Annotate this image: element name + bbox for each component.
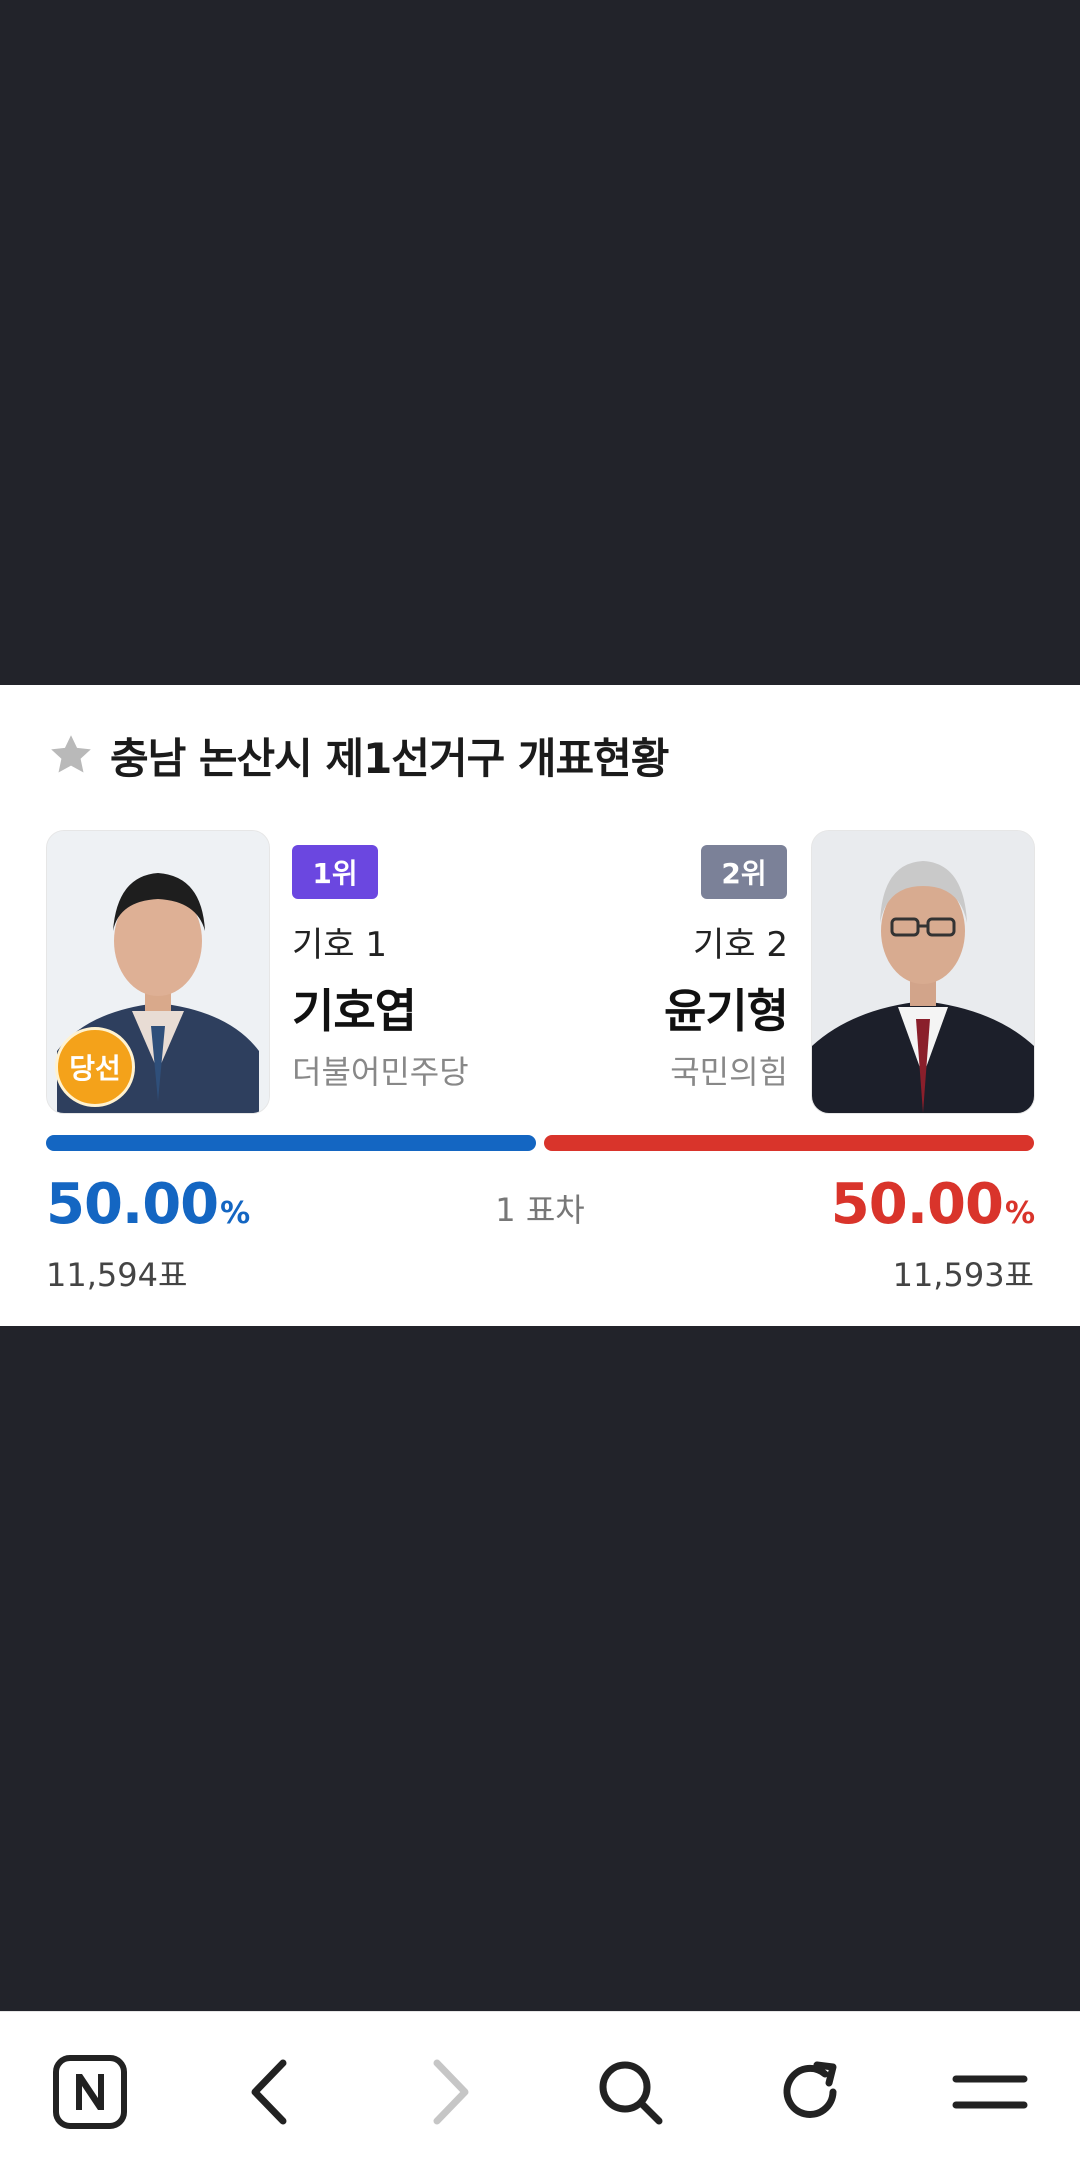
candidate-2-symbol: 기호 2 bbox=[693, 925, 788, 965]
candidate-1-party: 더불어민주당 bbox=[292, 1053, 469, 1091]
browser-navbar bbox=[0, 2011, 1080, 2171]
election-result-card: 충남 논산시 제1선거구 개표현황 당선 1위 기호 1 기호엽 더불어민주당 … bbox=[0, 685, 1080, 1326]
forward-icon[interactable] bbox=[405, 2047, 495, 2137]
refresh-icon[interactable] bbox=[765, 2047, 855, 2137]
candidate-1-votes: 11,594표 bbox=[46, 1256, 188, 1294]
candidate-1-rank: 1위 bbox=[292, 845, 378, 899]
candidate-1-share-bar bbox=[46, 1135, 536, 1151]
menu-icon[interactable] bbox=[945, 2047, 1035, 2137]
candidate-1-name[interactable]: 기호엽 bbox=[292, 975, 417, 1041]
card-title: 충남 논산시 제1선거구 개표현황 bbox=[110, 733, 669, 783]
card-header: 충남 논산시 제1선거구 개표현황 bbox=[46, 725, 669, 785]
candidate-2-photo[interactable] bbox=[811, 830, 1035, 1114]
naver-home-icon[interactable] bbox=[45, 2047, 135, 2137]
candidate-2-percent: 50.00% bbox=[830, 1172, 1035, 1237]
candidate-2-votes: 11,593표 bbox=[892, 1256, 1034, 1294]
candidate-1-photo[interactable]: 당선 bbox=[46, 830, 270, 1114]
candidate-2-share-bar bbox=[544, 1135, 1034, 1151]
back-icon[interactable] bbox=[225, 2047, 315, 2137]
candidate-2-party: 국민의힘 bbox=[670, 1053, 788, 1091]
candidate-2-name[interactable]: 윤기형 bbox=[664, 975, 789, 1041]
candidate-2-rank: 2위 bbox=[701, 845, 787, 899]
star-icon[interactable] bbox=[46, 730, 96, 780]
candidate-1-symbol: 기호 1 bbox=[292, 925, 387, 965]
search-icon[interactable] bbox=[585, 2047, 675, 2137]
winner-badge: 당선 bbox=[55, 1027, 135, 1107]
vote-share-bar bbox=[46, 1135, 1034, 1151]
